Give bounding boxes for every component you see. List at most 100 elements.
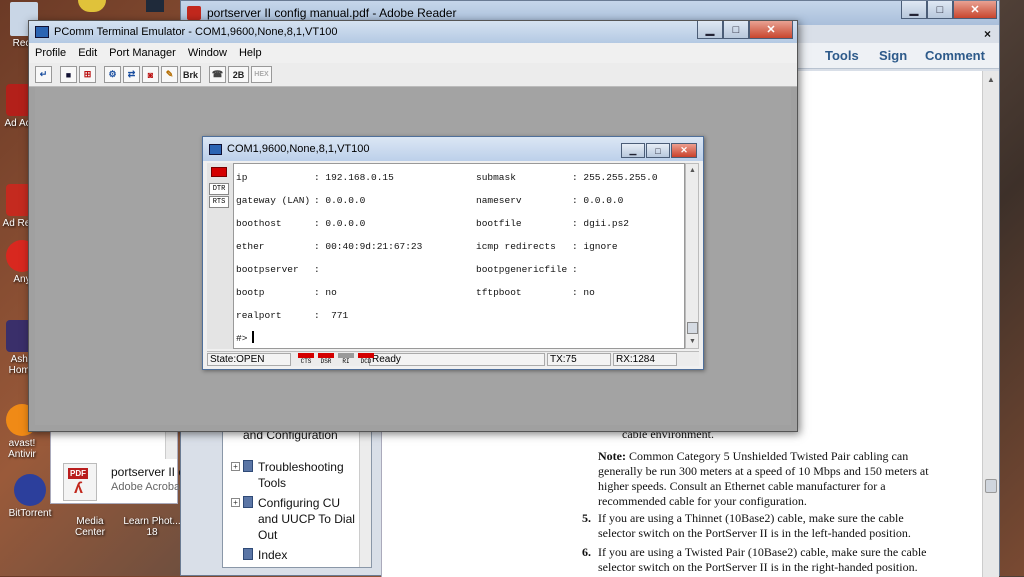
maximize-button[interactable]: □ — [927, 1, 953, 19]
scroll-thumb[interactable] — [985, 479, 997, 493]
rts-toggle[interactable]: RTS — [209, 196, 229, 208]
terminal-text: : no — [314, 287, 337, 298]
rx-counter: RX:1284 — [613, 353, 677, 366]
terminal-text: : 00:40:9d:21:67:23 — [314, 241, 423, 252]
script-icon[interactable]: ✎ — [161, 66, 178, 83]
settings-icon[interactable]: ⚙ — [104, 66, 121, 83]
ready-field: Ready — [369, 353, 545, 366]
explorer-scrollbar[interactable] — [165, 429, 177, 459]
terminal-text: : no — [572, 287, 595, 298]
bookmark-page-icon — [243, 460, 253, 472]
dtr-toggle[interactable]: DTR — [209, 183, 229, 195]
scroll-thumb[interactable] — [687, 322, 698, 334]
bookmarks-scrollbar[interactable] — [359, 417, 371, 567]
close-button[interactable]: ✕ — [671, 143, 697, 158]
bookmarks-pane: Managing the OS and Configuration + Trou… — [222, 412, 372, 568]
document-scrollbar[interactable]: ▲ — [982, 71, 999, 577]
com-window-controls: ▁ □ ✕ — [620, 143, 697, 158]
maximize-button[interactable]: □ — [646, 143, 670, 158]
menu-help[interactable]: Help — [239, 47, 262, 59]
terminal-text: bootpserver — [236, 264, 299, 275]
desktop-icon-label: Learn Phot... 18 — [123, 516, 181, 538]
terminal-text: bootpgenericfile — [476, 264, 568, 275]
led-label: CTS — [300, 358, 312, 365]
minimize-button[interactable]: ▁ — [901, 1, 927, 19]
save-icon[interactable]: ■ — [60, 66, 77, 83]
menu-window[interactable]: Window — [188, 47, 227, 59]
desktop-icon-learn-photo[interactable]: Learn Phot... 18 — [122, 516, 182, 538]
desktop-icon-top-1[interactable] — [78, 0, 106, 12]
transfer-icon[interactable]: ⇄ — [123, 66, 140, 83]
note-text: Common Category 5 Unshielded Twisted Pai… — [598, 449, 929, 508]
reader-title: portserver II config manual.pdf - Adobe … — [207, 6, 457, 20]
log-icon[interactable]: ⊞ — [79, 66, 96, 83]
tools-link[interactable]: Tools — [825, 48, 859, 63]
tx-counter: TX:75 — [547, 353, 611, 366]
maximize-button[interactable]: □ — [723, 21, 749, 39]
terminal-text: tftpboot — [476, 287, 522, 298]
terminal-cursor — [252, 331, 254, 343]
desktop-icon-top-2[interactable] — [146, 0, 164, 12]
desktop-icon-label: Media Center — [74, 516, 105, 538]
menu-edit[interactable]: Edit — [78, 47, 97, 59]
scroll-up-icon[interactable]: ▲ — [686, 164, 699, 177]
terminal-text: : 771 — [314, 310, 349, 321]
scroll-up-icon[interactable]: ▲ — [983, 71, 999, 87]
capture-icon[interactable]: ◙ — [142, 66, 159, 83]
break-button[interactable]: Brk — [180, 66, 201, 83]
terminal-text: submask — [476, 172, 516, 183]
terminal-text: : 0.0.0.0 — [314, 218, 366, 229]
expand-icon[interactable]: + — [231, 498, 240, 507]
close-button[interactable]: ✕ — [953, 1, 997, 19]
step-text: If you are using a Thinnet (10Base2) cab… — [598, 511, 911, 540]
desktop-icon-bittorrent[interactable]: BitTorrent — [4, 474, 56, 519]
pcomm-titlebar[interactable]: PComm Terminal Emulator - COM1,9600,None… — [29, 21, 797, 43]
terminal-text: bootp — [236, 287, 265, 298]
terminal-text: realport — [236, 310, 282, 321]
scroll-down-icon[interactable]: ▼ — [686, 335, 699, 348]
step-text: If you are using a Twisted Pair (10Base2… — [598, 545, 927, 574]
hex-button[interactable]: HEX — [251, 66, 272, 83]
comment-link[interactable]: Comment — [925, 48, 985, 63]
minimize-button[interactable]: ▁ — [697, 21, 723, 39]
minimize-button[interactable]: ▁ — [621, 143, 645, 158]
bookmark-item[interactable]: + Troubleshooting Tools — [231, 459, 358, 491]
connect-icon[interactable]: ↵ — [35, 66, 52, 83]
connection-indicator — [211, 167, 227, 177]
expand-icon[interactable]: + — [231, 462, 240, 471]
sign-link[interactable]: Sign — [879, 48, 907, 63]
bookmark-page-icon — [243, 496, 253, 508]
signal-led-ri: RI — [337, 353, 355, 366]
note-label: Note: — [598, 449, 626, 463]
two-byte-button[interactable]: 2B — [228, 66, 249, 83]
terminal-text: boothost — [236, 218, 282, 229]
desktop-icon-media-center[interactable]: Media Center — [60, 516, 120, 538]
terminal-text: gateway (LAN) — [236, 195, 311, 206]
bookmark-label: Troubleshooting Tools — [258, 460, 344, 490]
terminal-text: ether — [236, 241, 265, 252]
close-button[interactable]: ✕ — [749, 21, 793, 39]
pdf-file-icon[interactable]: PDF ʎ — [63, 463, 97, 501]
signal-led-dsr: DSR — [317, 353, 335, 366]
bookmark-label: Index — [258, 548, 288, 562]
desktop-icon-label: avast! Antivir — [8, 438, 36, 460]
terminal-scrollbar[interactable]: ▲ ▼ — [685, 163, 699, 349]
led-label: DSR — [320, 358, 332, 365]
terminal-text: icmp redirects — [476, 241, 556, 252]
bookmark-item[interactable]: Index — [231, 547, 358, 563]
terminal-screen[interactable]: ip: 192.168.0.15 submask: 255.255.255.0 ga… — [233, 163, 685, 349]
bookmark-item[interactable]: + Configuring CU and UUCP To Dial Out — [231, 495, 358, 543]
com-terminal-window: COM1,9600,None,8,1,VT100 ▁ □ ✕ DTR RTS i… — [202, 136, 704, 370]
close-doc-icon[interactable]: × — [984, 27, 991, 41]
bittorrent-icon — [14, 474, 46, 506]
terminal-text: : 0.0.0.0 — [314, 195, 366, 206]
terminal-text: : — [314, 264, 320, 275]
explorer-file-panel: PDF ʎ portserver II co Adobe Acrobat I — [50, 428, 191, 504]
pcomm-menubar: Profile Edit Port Manager Window Help — [29, 43, 797, 63]
desktop-icon-label: BitTorrent — [8, 508, 52, 519]
menu-profile[interactable]: Profile — [35, 47, 66, 59]
com-title: COM1,9600,None,8,1,VT100 — [227, 143, 370, 155]
dial-icon[interactable]: ☎ — [209, 66, 226, 83]
menu-port-manager[interactable]: Port Manager — [109, 47, 176, 59]
terminal-text: : ignore — [572, 241, 618, 252]
